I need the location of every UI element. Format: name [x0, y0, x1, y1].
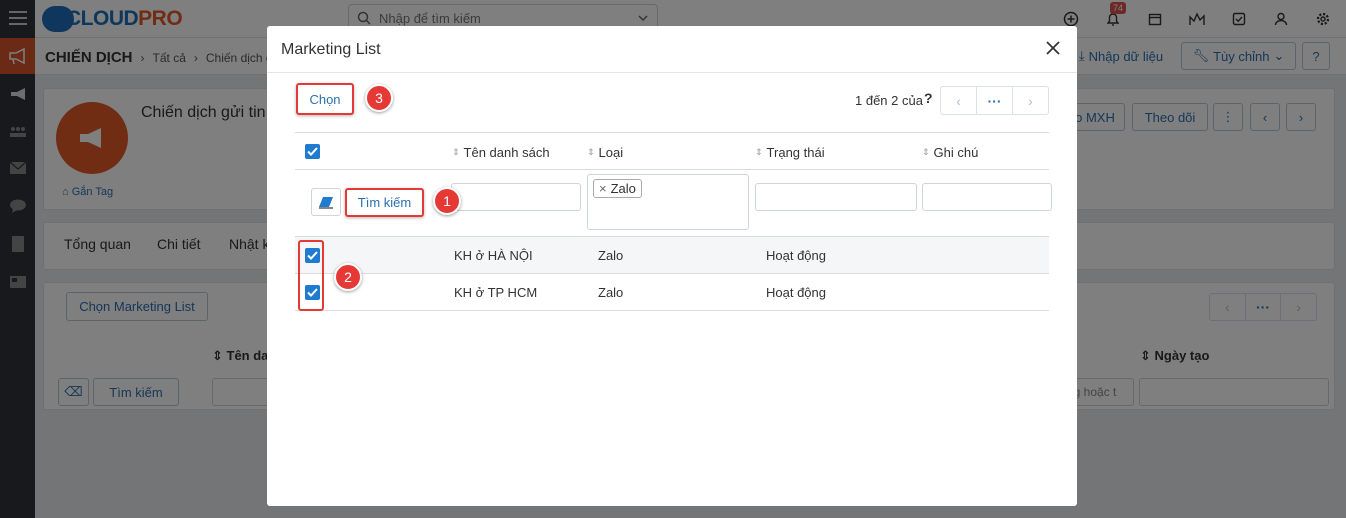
cell-status: Hoạt động	[766, 285, 826, 300]
marketing-list-modal: Marketing List Chọn 3 1 đến 2 của ? ‹ ··…	[267, 26, 1077, 506]
col-type[interactable]: ⇕ Loại	[587, 145, 623, 160]
modal-pager: ‹ ··· ›	[940, 86, 1049, 115]
sort-icon: ⇕	[922, 147, 930, 157]
table-row[interactable]: KH ở TP HCM Zalo Hoạt động	[295, 274, 1049, 311]
pager-help-icon[interactable]: ?	[924, 90, 933, 106]
table-row[interactable]: KH ở HÀ NỘI Zalo Hoạt động	[295, 237, 1049, 274]
sort-icon: ⇕	[587, 147, 595, 157]
pager-next-button[interactable]: ›	[1013, 87, 1048, 114]
col-status[interactable]: ⇕ Trạng thái	[755, 145, 825, 160]
pager-prev-button[interactable]: ‹	[941, 87, 976, 114]
checkbox-highlight	[298, 240, 324, 311]
clear-filter-button[interactable]	[311, 188, 341, 216]
col-list-name[interactable]: ⇕ Tên danh sách	[452, 145, 550, 160]
list-name-filter[interactable]	[451, 183, 581, 211]
remove-tag-icon[interactable]: ×	[599, 181, 607, 196]
step-marker-2: 2	[334, 263, 362, 291]
eraser-icon	[319, 197, 333, 209]
table-header: ⇕ Tên danh sách ⇕ Loại ⇕ Trạng thái ⇕ Ghi ch…	[295, 132, 1049, 170]
search-button[interactable]: Tìm kiếm	[345, 188, 424, 217]
sort-icon: ⇕	[452, 147, 460, 157]
modal-title: Marketing List	[281, 41, 381, 58]
col-note[interactable]: ⇕ Ghi chú	[922, 145, 978, 160]
step-marker-1: 1	[433, 187, 461, 215]
cell-status: Hoạt động	[766, 248, 826, 263]
cell-list-name: KH ở TP HCM	[454, 285, 538, 300]
modal-header: Marketing List	[267, 26, 1077, 73]
select-all-checkbox[interactable]	[305, 144, 320, 159]
pager-more-button[interactable]: ···	[976, 87, 1013, 114]
cell-type: Zalo	[598, 248, 624, 263]
status-filter[interactable]	[755, 183, 917, 211]
note-filter[interactable]	[922, 183, 1052, 211]
step-marker-3: 3	[365, 84, 393, 112]
close-icon[interactable]	[1043, 38, 1063, 58]
filter-tag-zalo[interactable]: × Zalo	[593, 179, 642, 198]
cell-list-name: KH ở HÀ NỘI	[454, 248, 533, 263]
type-filter-select[interactable]: × Zalo	[587, 174, 749, 230]
sort-icon: ⇕	[755, 147, 763, 157]
pager-summary: 1 đến 2 của	[855, 93, 923, 108]
select-button[interactable]: Chọn	[296, 83, 354, 115]
cell-type: Zalo	[598, 285, 624, 300]
